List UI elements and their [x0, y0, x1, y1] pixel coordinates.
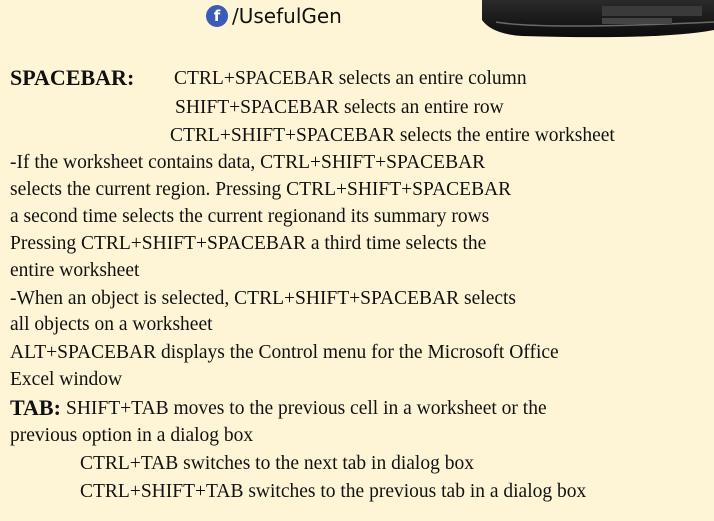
shortcut-line: entire worksheet — [10, 260, 140, 281]
tab-heading: TAB: — [10, 395, 61, 420]
spacebar-heading: SPACEBAR — [10, 65, 127, 90]
shortcut-line: previous option in a dialog box — [10, 425, 254, 446]
shortcut-line: Pressing CTRL+SHIFT+SPACEBAR a third tim… — [10, 233, 487, 254]
shortcut-line: CTRL+SPACEBAR selects an entire column — [174, 68, 527, 89]
shortcut-document: SPACEBAR: CTRL+SPACEBAR selects an entir… — [0, 0, 714, 521]
shortcut-line: all objects on a worksheet — [10, 314, 213, 335]
shortcut-line: CTRL+SHIFT+TAB switches to the previous … — [80, 481, 587, 502]
tab-row-1: TAB: — [10, 396, 61, 422]
shortcut-line: SHIFT+SPACEBAR selects an entire row — [175, 97, 504, 118]
shortcut-line: -If the worksheet contains data, CTRL+SH… — [10, 152, 486, 173]
shortcut-line: CTRL+SHIFT+SPACEBAR selects the entire w… — [170, 125, 615, 146]
shortcut-line: CTRL+TAB switches to the next tab in dia… — [80, 453, 474, 474]
shortcut-line: selects the current region. Pressing CTR… — [10, 179, 512, 200]
shortcut-line: SHIFT+TAB moves to the previous cell in … — [66, 398, 547, 419]
shortcut-line: a second time selects the current region… — [10, 206, 490, 227]
shortcut-line: -When an object is selected, CTRL+SHIFT+… — [10, 288, 517, 309]
spacebar-row-1: SPACEBAR: — [10, 65, 135, 90]
shortcut-line: ALT+SPACEBAR displays the Control menu f… — [10, 342, 559, 363]
shortcut-line: Excel window — [10, 369, 123, 390]
